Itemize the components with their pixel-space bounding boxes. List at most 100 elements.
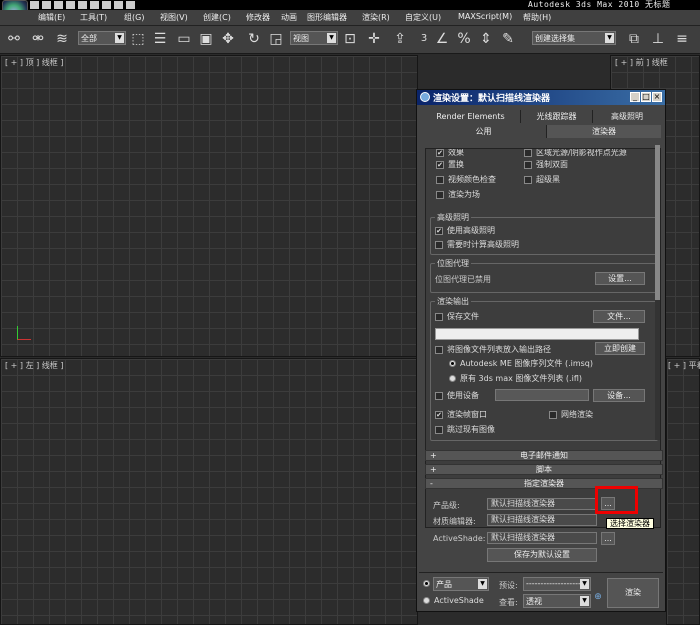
maximize-icon[interactable]: □ <box>641 92 651 102</box>
use-advanced-lighting-checkbox[interactable]: ✔ 使用高级照明 <box>435 225 495 236</box>
menu-customize[interactable]: 自定义(U) <box>405 12 441 23</box>
viewport-left-label[interactable]: [ + ] 左 ] 线框 ] <box>5 360 63 371</box>
keyboard-shortcut-icon[interactable]: ⇪ <box>392 31 408 47</box>
redo-icon[interactable] <box>78 1 87 9</box>
rendered-frame-window-checkbox[interactable]: ✔ 渲染帧窗口 <box>435 409 487 420</box>
autodesk-me-radio[interactable]: Autodesk ME 图像序列文件 (.imsq) <box>449 358 593 369</box>
effects-checkbox[interactable]: ✔ 效果 <box>436 149 464 158</box>
production-mode-radio[interactable] <box>423 580 430 587</box>
select-manipulate-icon[interactable]: ✛ <box>366 31 382 47</box>
output-path-field[interactable] <box>435 328 639 340</box>
tab-renderer[interactable]: 渲染器 <box>547 125 661 138</box>
menu-animation[interactable]: 动画 <box>281 12 297 23</box>
render-button[interactable]: 渲染 <box>607 578 659 608</box>
tab-common[interactable]: 公用 <box>421 125 547 138</box>
viewport-perspective-label[interactable]: [ + ] 平着 + <box>668 360 700 371</box>
dialog-title-bar[interactable]: 渲染设置：默认扫描线渲染器 _ □ × <box>417 90 665 105</box>
displacement-checkbox[interactable]: ✔ 置换 <box>436 159 464 170</box>
rectangular-selection-icon[interactable]: ▭ <box>176 31 192 47</box>
video-color-check-checkbox[interactable]: 视频颜色检查 <box>436 174 496 185</box>
compute-advanced-lighting-checkbox[interactable]: 需要时计算高级照明 <box>435 239 519 250</box>
legacy-ifl-radio[interactable]: 原有 3ds max 图像文件列表 (.ifl) <box>449 373 582 384</box>
rotate-icon[interactable]: ↻ <box>246 31 262 47</box>
menu-views[interactable]: 视图(V) <box>160 12 188 23</box>
scale-icon[interactable]: ◲ <box>268 31 284 47</box>
device-field[interactable] <box>495 389 589 401</box>
super-black-checkbox[interactable]: 超级黑 <box>524 174 560 185</box>
link-icon[interactable]: ⚯ <box>6 31 22 47</box>
preset-dropdown[interactable]: -------------------- ▼ <box>523 577 591 591</box>
menu-bar: 编辑(E) 工具(T) 组(G) 视图(V) 创建(C) 修改器 动画 图形编辑… <box>0 10 700 26</box>
angle-snap-icon[interactable]: ∠ <box>434 31 450 47</box>
lock-icon[interactable]: ⊕ <box>593 592 603 602</box>
viewport-top[interactable]: [ + ] 顶 ] 线框 ] <box>0 55 418 357</box>
net-render-checkbox[interactable]: 网络渲染 <box>549 409 593 420</box>
email-notifications-rollout[interactable]: + 电子邮件通知 <box>425 450 663 461</box>
render-mode-dropdown[interactable]: 产品 ▼ <box>433 577 489 591</box>
align-icon[interactable]: ⊥ <box>650 31 666 47</box>
menu-maxscript[interactable]: MAXScript(M) <box>458 12 512 21</box>
close-icon[interactable]: × <box>652 92 662 102</box>
mirror-icon[interactable]: ⧉ <box>626 31 642 47</box>
fetch-icon[interactable] <box>102 1 111 9</box>
use-device-checkbox[interactable]: 使用设备 <box>435 390 479 401</box>
select-object-icon[interactable]: ⬚ <box>130 31 146 47</box>
force-2-sided-checkbox[interactable]: 强制双面 <box>524 159 568 170</box>
unlink-icon[interactable]: ⚮ <box>30 31 46 47</box>
select-by-name-icon[interactable]: ☰ <box>152 31 168 47</box>
viewport-left[interactable]: [ + ] 左 ] 线框 ] <box>0 358 418 625</box>
move-icon[interactable]: ✥ <box>220 31 236 47</box>
dropdown-icon[interactable] <box>126 1 135 9</box>
new-file-icon[interactable] <box>30 1 39 9</box>
hold-icon[interactable] <box>90 1 99 9</box>
scripts-rollout[interactable]: + 脚本 <box>425 464 663 475</box>
window-crossing-icon[interactable]: ▣ <box>198 31 214 47</box>
edit-named-selection-icon[interactable]: ✎ <box>500 31 516 47</box>
devices-button[interactable]: 设备... <box>593 389 645 402</box>
menu-graph-editors[interactable]: 图形编辑器 <box>307 12 347 23</box>
reference-coordinate-dropdown[interactable]: 视图 ▼ <box>290 31 338 45</box>
named-selection-dropdown[interactable]: 创建选择集 ▼ <box>532 31 616 45</box>
menu-rendering[interactable]: 渲染(R) <box>362 12 390 23</box>
tab-render-elements[interactable]: Render Elements <box>421 110 521 123</box>
view-dropdown[interactable]: 透视 ▼ <box>523 594 591 608</box>
activeshade-mode-radio[interactable]: ActiveShade <box>423 596 484 605</box>
area-lights-checkbox[interactable]: 区域光源/阴影视作点光源 <box>524 149 627 158</box>
axis-tripod-icon <box>17 326 31 340</box>
save-as-defaults-button[interactable]: 保存为默认设置 <box>487 548 597 562</box>
layer-manager-icon[interactable]: ≡ <box>674 31 690 47</box>
snaps-toggle-icon[interactable]: 3 <box>416 31 432 47</box>
put-image-list-checkbox[interactable]: 将图像文件列表放入输出路径 <box>435 344 551 355</box>
create-now-button[interactable]: 立即创建 <box>595 342 645 355</box>
bitmap-proxy-setup-button[interactable]: 设置... <box>595 272 645 285</box>
minimize-icon[interactable]: _ <box>630 92 640 102</box>
pivot-center-icon[interactable]: ⊡ <box>342 31 358 47</box>
menu-modifiers[interactable]: 修改器 <box>246 12 270 23</box>
activeshade-browse-button[interactable]: ... <box>601 532 615 545</box>
viewport-perspective[interactable]: [ + ] 平着 + <box>666 358 700 625</box>
menu-group[interactable]: 组(G) <box>124 12 144 23</box>
undo-icon[interactable] <box>66 1 75 9</box>
save-file-checkbox[interactable]: 保存文件 <box>435 311 479 322</box>
project-folder-icon[interactable] <box>114 1 123 9</box>
selection-filter-dropdown[interactable]: 全部 ▼ <box>78 31 126 45</box>
viewport-front-label[interactable]: [ + ] 前 ] 线框 <box>615 57 668 68</box>
open-file-icon[interactable] <box>42 1 51 9</box>
percent-snap-icon[interactable]: % <box>456 31 472 47</box>
viewport-top-label[interactable]: [ + ] 顶 ] 线框 ] <box>5 57 63 68</box>
menu-help[interactable]: 帮助(H) <box>523 12 551 23</box>
tab-raytracer[interactable]: 光线跟踪器 <box>521 110 593 123</box>
render-to-fields-checkbox[interactable]: 渲染为场 <box>436 189 480 200</box>
save-file-icon[interactable] <box>54 1 63 9</box>
spinner-snap-icon[interactable]: ⇕ <box>478 31 494 47</box>
tab-advanced-lighting[interactable]: 高级照明 <box>593 110 661 123</box>
panel-scrollbar[interactable] <box>655 145 660 440</box>
title-bar: Autodesk 3ds Max 2010 无标题 <box>0 0 700 10</box>
files-button[interactable]: 文件... <box>593 310 645 323</box>
scrollbar-thumb[interactable] <box>655 145 660 300</box>
skip-existing-images-checkbox[interactable]: 跳过现有图像 <box>435 424 495 435</box>
menu-tools[interactable]: 工具(T) <box>80 12 107 23</box>
bind-space-warp-icon[interactable]: ≋ <box>54 31 70 47</box>
menu-edit[interactable]: 编辑(E) <box>38 12 65 23</box>
menu-create[interactable]: 创建(C) <box>203 12 231 23</box>
